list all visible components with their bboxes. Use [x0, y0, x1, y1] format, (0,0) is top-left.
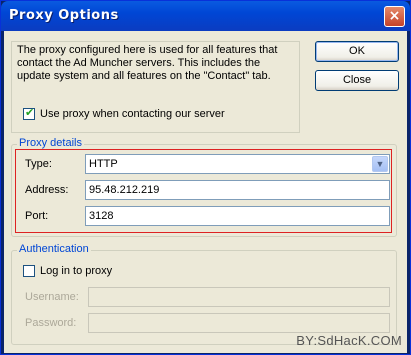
username-label: Username:: [25, 291, 79, 303]
info-text: The proxy configured here is used for al…: [17, 44, 278, 82]
proxy-details-title: Proxy details: [17, 137, 84, 149]
proxy-options-dialog: Proxy Options × OK Close The proxy confi…: [0, 0, 411, 355]
password-input[interactable]: [88, 313, 390, 333]
use-proxy-label: Use proxy when contacting our server: [40, 108, 225, 120]
title-bar[interactable]: Proxy Options ×: [1, 1, 410, 31]
dialog-body: OK Close The proxy configured here is us…: [4, 31, 407, 353]
port-input[interactable]: 3128: [85, 206, 390, 226]
port-label: Port:: [25, 210, 49, 222]
close-button[interactable]: Close: [315, 70, 399, 91]
use-proxy-checkbox[interactable]: ✔: [23, 106, 35, 120]
proxy-type-value: HTTP: [89, 158, 118, 170]
close-window-button[interactable]: ×: [384, 6, 405, 27]
chevron-down-icon[interactable]: ▼: [372, 156, 388, 172]
password-label: Password:: [25, 317, 77, 329]
close-icon: ×: [388, 8, 401, 24]
ok-button[interactable]: OK: [315, 41, 399, 62]
checkmark-icon: ✔: [25, 106, 35, 119]
watermark-text: BY:SdHacK.COM: [296, 333, 402, 348]
proxy-type-select[interactable]: HTTP ▼: [85, 154, 390, 174]
window-title: Proxy Options: [9, 8, 119, 23]
address-label: Address:: [25, 184, 69, 196]
type-label: Type:: [25, 158, 52, 170]
login-proxy-checkbox[interactable]: [23, 265, 35, 277]
username-input[interactable]: [88, 287, 390, 307]
address-input[interactable]: 95.48.212.219: [85, 180, 390, 200]
login-proxy-label: Log in to proxy: [40, 265, 113, 277]
authentication-title: Authentication: [17, 243, 91, 255]
